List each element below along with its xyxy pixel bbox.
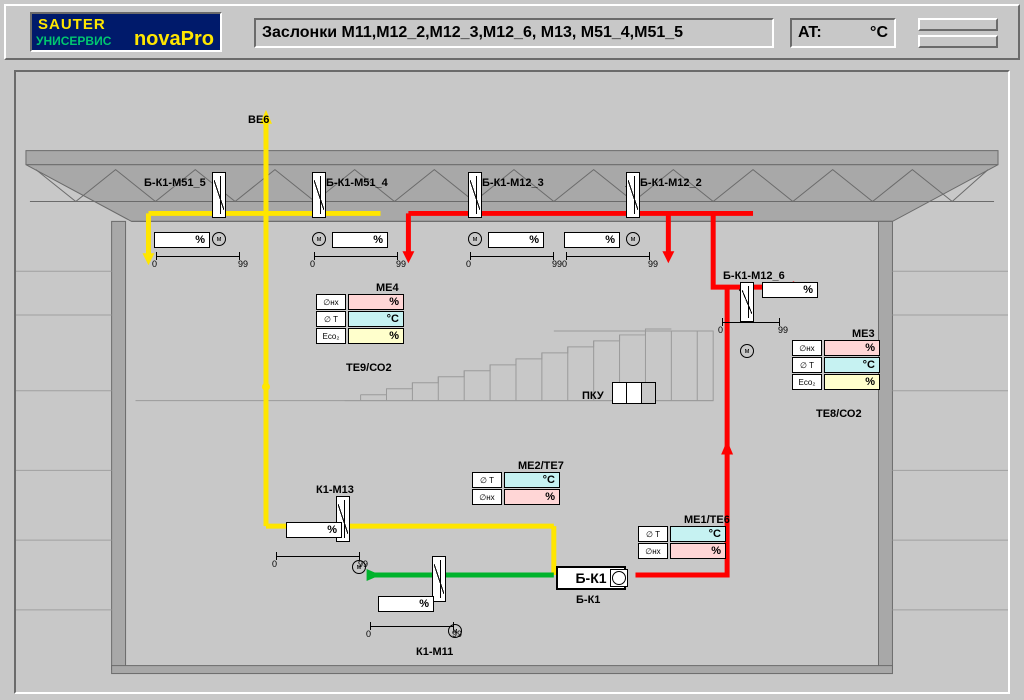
damper-m12-3[interactable] bbox=[468, 172, 482, 218]
scale-m12-2[interactable]: 099 bbox=[560, 256, 656, 264]
label-m51-5: Б-К1-М51_5 bbox=[144, 177, 206, 189]
value-k1m11[interactable]: % bbox=[378, 596, 434, 612]
pku-switch[interactable] bbox=[612, 382, 656, 404]
label-bk1: Б-К1 bbox=[576, 594, 600, 606]
scale-m51-4[interactable]: 099 bbox=[308, 256, 404, 264]
value-m51-5[interactable]: % bbox=[154, 232, 210, 248]
tag-hx: ∅нх bbox=[638, 543, 668, 559]
label-me2: МЕ2/ТЕ7 bbox=[518, 460, 564, 472]
tag-t: ∅ T bbox=[472, 472, 502, 488]
readings-me1: ∅ T°C ∅нх% bbox=[638, 526, 726, 560]
damper-m51-5[interactable] bbox=[212, 172, 226, 218]
header-bar: SAUTER УНИСЕРВИС novaPro Заслонки М11,М1… bbox=[4, 4, 1020, 60]
me3-hx[interactable]: % bbox=[824, 340, 880, 356]
tag-t: ∅ T bbox=[316, 311, 346, 327]
logo-line1: SAUTER bbox=[38, 16, 106, 33]
motor-icon: м bbox=[312, 232, 326, 246]
tag-hx: ∅нх bbox=[792, 340, 822, 356]
tag-t: ∅ T bbox=[638, 526, 668, 542]
readings-me4: ∅нх% ∅ T°C Eco₂% bbox=[316, 294, 404, 345]
value-m12-6[interactable]: % bbox=[762, 282, 818, 298]
at-unit: °C bbox=[870, 24, 888, 42]
me1-t[interactable]: °C bbox=[670, 526, 726, 542]
motor-icon: м bbox=[468, 232, 482, 246]
motor-icon: м bbox=[740, 344, 754, 358]
motor-icon: м bbox=[212, 232, 226, 246]
motor-icon: м bbox=[626, 232, 640, 246]
fan-icon bbox=[610, 569, 628, 587]
value-m51-4[interactable]: % bbox=[332, 232, 388, 248]
label-be6: ВЕ6 bbox=[248, 114, 269, 126]
logo-line2: УНИСЕРВИС bbox=[36, 34, 111, 48]
me1-hx[interactable]: % bbox=[670, 543, 726, 559]
tag-hx: ∅нх bbox=[316, 294, 346, 310]
damper-m12-2[interactable] bbox=[626, 172, 640, 218]
brand-logo: SAUTER УНИСЕРВИС novaPro bbox=[30, 12, 222, 52]
label-m12-3: Б-К1-М12_3 bbox=[482, 177, 544, 189]
label-me4: МЕ4 bbox=[376, 282, 399, 294]
scale-m12-3[interactable]: 099 bbox=[464, 256, 560, 264]
label-me3: МЕ3 bbox=[852, 328, 875, 340]
label-k1m11: К1-М11 bbox=[416, 646, 453, 658]
at-label: AT: bbox=[798, 24, 822, 42]
ambient-temp-readout: AT: °C bbox=[790, 18, 896, 48]
page-title: Заслонки М11,М12_2,М12_3,М12_6, М13, М51… bbox=[254, 18, 774, 48]
label-k1m13: К1-М13 bbox=[316, 484, 354, 496]
value-m12-2[interactable]: % bbox=[564, 232, 620, 248]
readings-me2: ∅ T°C ∅нх% bbox=[472, 472, 560, 506]
label-te8: ТЕ8/СО2 bbox=[816, 408, 862, 420]
label-te9: ТЕ9/СО2 bbox=[346, 362, 392, 374]
me4-hx[interactable]: % bbox=[348, 294, 404, 310]
readings-me3: ∅нх% ∅ T°C Eco₂% bbox=[792, 340, 880, 391]
tag-hx: ∅нх bbox=[472, 489, 502, 505]
me3-co2[interactable]: % bbox=[824, 374, 880, 390]
damper-k1m11[interactable] bbox=[432, 556, 446, 602]
label-pku: ПКУ bbox=[582, 390, 604, 402]
me4-t[interactable]: °C bbox=[348, 311, 404, 327]
label-me1: МЕ1/ТЕ6 bbox=[684, 514, 730, 526]
me3-t[interactable]: °C bbox=[824, 357, 880, 373]
value-m12-3[interactable]: % bbox=[488, 232, 544, 248]
value-k1m13[interactable]: % bbox=[286, 522, 342, 538]
scale-k1m13[interactable]: 099 bbox=[270, 556, 366, 564]
tag-eco: Eco₂ bbox=[316, 328, 346, 344]
tag-eco: Eco₂ bbox=[792, 374, 822, 390]
scale-m51-5[interactable]: 099 bbox=[150, 256, 246, 264]
me4-co2[interactable]: % bbox=[348, 328, 404, 344]
damper-m51-4[interactable] bbox=[312, 172, 326, 218]
logo-line3: novaPro bbox=[134, 28, 214, 51]
header-button-1[interactable] bbox=[918, 18, 998, 31]
damper-m12-6[interactable] bbox=[740, 282, 754, 322]
tag-t: ∅ T bbox=[792, 357, 822, 373]
schematic-panel: ВЕ6 Б-К1-М51_5 м % 099 Б-К1-М51_4 м % 09… bbox=[14, 70, 1010, 694]
header-buttons bbox=[918, 18, 998, 48]
label-m51-4: Б-К1-М51_4 bbox=[326, 177, 388, 189]
header-button-2[interactable] bbox=[918, 35, 998, 48]
label-m12-2: Б-К1-М12_2 bbox=[640, 177, 702, 189]
me2-t[interactable]: °C bbox=[504, 472, 560, 488]
label-m12-6: Б-К1-М12_6 bbox=[723, 270, 785, 282]
scale-m12-6[interactable]: 099 bbox=[716, 322, 786, 330]
me2-hx[interactable]: % bbox=[504, 489, 560, 505]
scale-k1m11[interactable]: 099 bbox=[364, 626, 460, 634]
